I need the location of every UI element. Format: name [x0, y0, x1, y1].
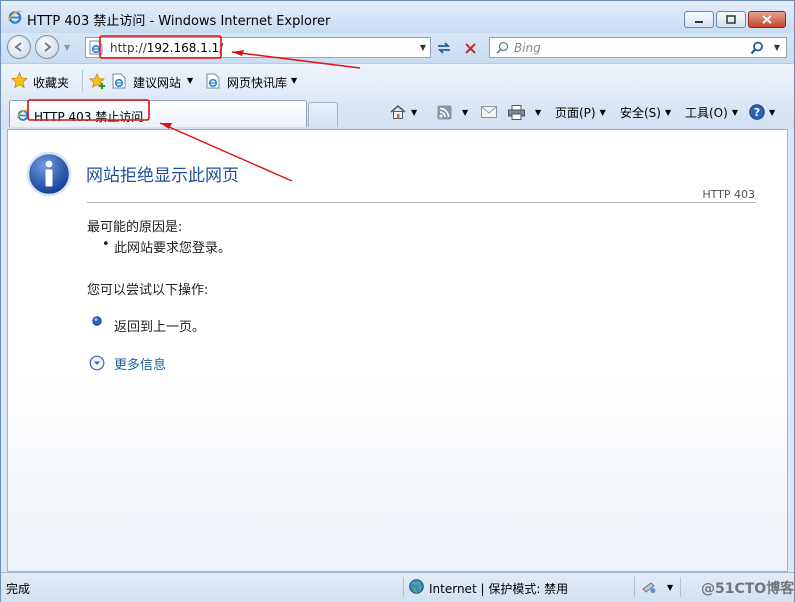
- feeds-dropdown-icon[interactable]: ▼: [462, 108, 468, 117]
- tools-menu-label: 工具(O): [685, 105, 728, 120]
- safety-menu-dropdown-icon: ▼: [664, 107, 672, 117]
- title-divider: [87, 202, 756, 203]
- page-ie-icon: [89, 40, 103, 55]
- status-separator: [634, 577, 635, 597]
- favorites-star-icon[interactable]: [11, 72, 28, 89]
- web-slice-gallery-dropdown[interactable]: ▼: [291, 76, 297, 85]
- arrow-right-icon: [44, 42, 52, 52]
- globe-icon: [409, 579, 424, 594]
- home-icon: [390, 104, 406, 119]
- web-slice-gallery-page-icon: [206, 73, 220, 89]
- page-menu-label: 页面(P): [555, 105, 596, 120]
- mail-icon: [481, 106, 497, 118]
- stop-x-icon: [464, 42, 476, 54]
- more-info-link[interactable]: 更多信息: [114, 354, 166, 373]
- status-separator: [403, 577, 404, 597]
- help-button[interactable]: ? ▼: [749, 103, 775, 121]
- safety-menu-button[interactable]: 安全(S) ▼: [620, 103, 671, 121]
- reason-heading: 最可能的原因是:: [87, 220, 183, 235]
- svg-text:?: ?: [754, 106, 760, 119]
- safety-menu-label: 安全(S): [620, 105, 661, 120]
- tools-menu-dropdown-icon: ▼: [731, 107, 738, 117]
- tab-current[interactable]: HTTP 403 禁止访问: [9, 100, 307, 127]
- search-input[interactable]: Bing: [514, 41, 541, 55]
- search-icon[interactable]: [750, 41, 764, 55]
- print-dropdown-icon[interactable]: ▼: [535, 108, 541, 117]
- close-icon: [762, 15, 772, 24]
- help-dropdown-icon[interactable]: ▼: [769, 108, 775, 117]
- address-scheme: http://: [110, 41, 147, 55]
- stop-button[interactable]: [459, 38, 481, 58]
- maximize-button[interactable]: [716, 11, 746, 28]
- favorites-separator: [82, 70, 83, 92]
- print-button[interactable]: ▼: [508, 103, 541, 121]
- status-bar: 完成 Internet | 保护模式: 禁用 ▼ @51CTO博客: [1, 572, 794, 602]
- recent-pages-dropdown[interactable]: ▼: [64, 43, 70, 52]
- home-button[interactable]: ▼: [389, 103, 417, 121]
- new-tab-button[interactable]: [308, 102, 338, 127]
- favorites-bar: 收藏夹 建议网站 ▼ 网页快讯库 ▼: [1, 63, 794, 98]
- web-slice-gallery-link[interactable]: 网页快讯库: [227, 74, 287, 91]
- ie-logo-icon: [7, 10, 22, 24]
- refresh-icon: [437, 42, 451, 54]
- status-separator: [680, 577, 681, 597]
- tools-menu-button[interactable]: 工具(O) ▼: [685, 103, 738, 121]
- add-favorite-icon[interactable]: [89, 72, 107, 90]
- security-zone-text: Internet | 保护模式: 禁用: [429, 582, 569, 596]
- privacy-icon[interactable]: [641, 579, 657, 595]
- address-dropdown[interactable]: ▼: [420, 43, 426, 52]
- window-title: HTTP 403 禁止访问 - Windows Internet Explore…: [27, 14, 331, 29]
- address-row: ▼ http://192.168.1.1/ ▼ Bing ▼: [1, 33, 794, 63]
- help-icon: ?: [749, 104, 765, 120]
- address-host: 192.168.1.1: [146, 41, 220, 55]
- compatibility-button[interactable]: [433, 38, 455, 58]
- read-mail-button[interactable]: [481, 103, 497, 121]
- printer-icon: [508, 104, 525, 120]
- close-button[interactable]: [748, 11, 786, 28]
- chevron-down-icon[interactable]: [89, 355, 105, 371]
- error-title: 网站拒绝显示此网页: [86, 166, 239, 186]
- rss-feed-icon: [437, 105, 452, 119]
- suggested-sites-page-icon: [112, 73, 126, 89]
- maximize-icon: [726, 15, 736, 24]
- search-options-dropdown[interactable]: ▼: [774, 43, 780, 52]
- blue-bullet-icon: [92, 316, 102, 326]
- page-content: 网站拒绝显示此网页 HTTP 403 最可能的原因是: 此网站要求您登录。 您可…: [7, 129, 788, 572]
- privacy-dropdown[interactable]: ▼: [667, 583, 673, 592]
- search-bar[interactable]: Bing ▼: [489, 37, 787, 58]
- go-back-link[interactable]: 返回到上一页。: [114, 316, 205, 335]
- address-bar[interactable]: http://192.168.1.1/ ▼: [85, 37, 431, 58]
- suggested-sites-dropdown[interactable]: ▼: [187, 76, 193, 85]
- forward-button[interactable]: [35, 35, 59, 59]
- feeds-button[interactable]: ▼: [437, 103, 468, 121]
- watermark-text: @51CTO博客: [701, 581, 795, 597]
- reason-item: 此网站要求您登录。: [102, 237, 231, 256]
- address-path: /: [219, 41, 224, 55]
- minimize-icon: [695, 20, 703, 23]
- page-menu-dropdown-icon: ▼: [599, 107, 606, 117]
- address-input[interactable]: http://192.168.1.1/: [110, 41, 223, 55]
- ie-window: HTTP 403 禁止访问 - Windows Internet Explore…: [0, 0, 795, 602]
- minimize-button[interactable]: [684, 11, 714, 28]
- search-provider-icon: [496, 41, 509, 54]
- page-menu-button[interactable]: 页面(P) ▼: [555, 103, 606, 121]
- window-controls: [682, 11, 786, 28]
- try-heading: 您可以尝试以下操作:: [87, 283, 209, 298]
- error-code: HTTP 403: [702, 188, 755, 201]
- home-dropdown-icon[interactable]: ▼: [411, 108, 417, 117]
- back-button[interactable]: [7, 35, 31, 59]
- arrow-left-icon: [14, 42, 22, 52]
- tab-row: HTTP 403 禁止访问 ▼ ▼ ▼ 页面(P) ▼ 安全(S) ▼ 工具(O) ▼…: [1, 97, 794, 129]
- suggested-sites-link[interactable]: 建议网站: [133, 74, 181, 91]
- favorites-button[interactable]: 收藏夹: [33, 74, 69, 91]
- tab-title: HTTP 403 禁止访问: [34, 110, 144, 124]
- ie-logo-icon: [16, 109, 30, 121]
- status-text: 完成: [6, 582, 31, 596]
- info-icon: [26, 151, 72, 197]
- title-bar: HTTP 403 禁止访问 - Windows Internet Explore…: [1, 1, 794, 33]
